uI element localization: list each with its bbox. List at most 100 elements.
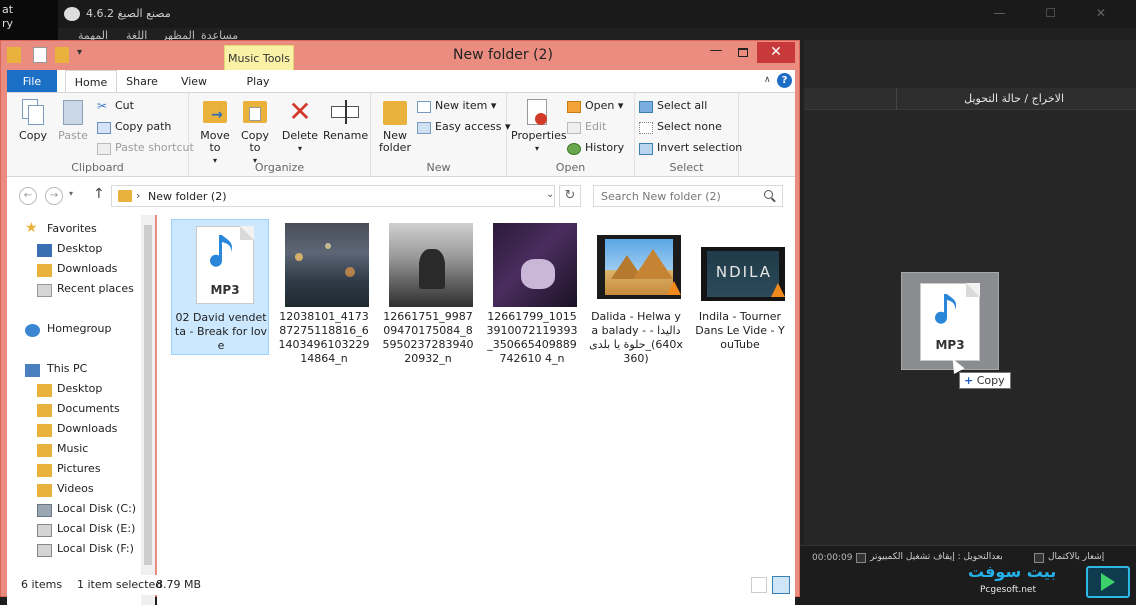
search-input[interactable]: Search New folder (2): [593, 185, 783, 207]
easy-access-button[interactable]: Easy access ▾: [417, 120, 511, 138]
refresh-button[interactable]: ↻: [559, 185, 581, 207]
after-convert-label: بعدالتحويل : إيقاف تشغيل الكمبيوتر: [870, 552, 1003, 562]
watermark-text: بيت سوفت: [968, 562, 1057, 581]
new-item-label: New item: [435, 99, 488, 112]
music-note-icon: [210, 235, 233, 267]
nav-fav-recent-label: Recent places: [57, 282, 134, 295]
tab-share[interactable]: Share: [119, 70, 165, 92]
help-icon[interactable]: ?: [777, 73, 792, 88]
history-button[interactable]: History: [567, 141, 624, 159]
close-button[interactable]: ✕: [757, 42, 795, 63]
file-item-video-1[interactable]: Dalida - Helwa ya balady - داليدا - حلوة…: [587, 219, 685, 365]
folder-icon: [37, 384, 52, 397]
paste-shortcut-label: Paste shortcut: [115, 141, 194, 154]
new-folder-button[interactable]: New folder: [375, 97, 415, 154]
nav-pc-music-label: Music: [57, 442, 89, 455]
tab-view[interactable]: View: [171, 70, 217, 92]
invert-selection-button[interactable]: Invert selection: [639, 141, 742, 159]
ribbon-tabs: File Home Share View Play ∧ ?: [7, 70, 795, 92]
watermark-subtext: Pcgesoft.net: [980, 585, 1036, 595]
recent-locations-icon[interactable]: ▾: [69, 189, 73, 198]
drag-copy-tooltip: + Copy: [959, 372, 1011, 389]
status-bar: 6 items 1 item selected 8.79 MB: [7, 575, 795, 595]
large-icons-view-icon[interactable]: [772, 576, 790, 594]
file-item-image-2[interactable]: 12661751_998709470175084_859502372839402…: [379, 219, 477, 365]
cut-button[interactable]: ✂ Cut: [97, 99, 134, 117]
file-item-mp3[interactable]: MP3 02 David vendetta - Break for love: [171, 219, 269, 355]
background-window-buttons[interactable]: — ☐ ✕: [994, 6, 1124, 20]
group-open: Properties ▾ Open ▾ Edit History Open: [507, 93, 635, 177]
tab-home[interactable]: Home: [65, 70, 117, 92]
delete-button[interactable]: ✕ Delete ▾: [281, 97, 319, 155]
select-all-button[interactable]: Select all: [639, 99, 707, 117]
new-item-button[interactable]: New item ▾: [417, 99, 496, 117]
file-name: 12661751_998709470175084_859502372839402…: [382, 310, 474, 365]
copy-path-label: Copy path: [115, 120, 172, 133]
search-icon[interactable]: [764, 190, 773, 199]
open-label: Open: [585, 99, 615, 112]
new-folder-icon[interactable]: [55, 47, 69, 63]
invert-selection-icon: [639, 143, 653, 155]
file-item-image-3[interactable]: 12661799_10153910072119393_3506654098897…: [483, 219, 581, 365]
delete-label: Delete: [281, 129, 319, 142]
video-thumbnail: [597, 235, 681, 299]
maximize-button[interactable]: [730, 43, 756, 63]
copy-path-button[interactable]: Copy path: [97, 120, 171, 138]
folder-icon: [7, 47, 21, 63]
paste-shortcut-button[interactable]: Paste shortcut: [97, 141, 194, 159]
copy-button[interactable]: Copy: [15, 97, 51, 142]
image-thumbnail: [285, 223, 369, 307]
minimize-ribbon-icon[interactable]: ∧: [764, 75, 771, 85]
folder-icon: [37, 404, 52, 417]
easy-access-icon: [417, 122, 431, 134]
file-item-video-2[interactable]: NDILA Indila - Tourner Dans Le Vide - Yo…: [691, 219, 789, 355]
easy-access-label: Easy access: [435, 120, 502, 133]
shutdown-checkbox[interactable]: [856, 553, 866, 563]
up-button[interactable]: ↑: [93, 186, 105, 202]
breadcrumb-chevron-icon[interactable]: ›: [136, 189, 140, 202]
back-button[interactable]: ←: [19, 187, 37, 205]
edit-icon: [567, 122, 581, 134]
properties-icon[interactable]: [33, 47, 47, 63]
navpane-scrollbar-thumb[interactable]: [144, 225, 152, 565]
mp3-label: MP3: [935, 338, 965, 352]
open-button[interactable]: Open ▾: [567, 99, 623, 117]
rename-label: Rename: [323, 129, 369, 142]
file-explorer-window: ▾ Music Tools New folder (2) — ✕ File Ho…: [0, 40, 800, 605]
copy-to-button[interactable]: Copy to ▾: [235, 97, 275, 167]
plus-icon: +: [964, 374, 974, 387]
paste-shortcut-icon: [97, 143, 111, 155]
homegroup-icon: [25, 324, 40, 337]
details-view-icon[interactable]: [751, 577, 767, 593]
address-bar[interactable]: › New folder (2) ⌄: [111, 185, 555, 207]
app-logo-icon: [64, 7, 80, 21]
task-list-header: الاخراج / حالة التحويل: [804, 88, 1136, 110]
rename-button[interactable]: Rename: [323, 97, 369, 142]
star-icon: ★: [25, 220, 38, 236]
edit-button[interactable]: Edit: [567, 120, 606, 138]
copy-to-label: Copy to: [241, 129, 269, 154]
maximize-icon: [738, 48, 748, 57]
minimize-button[interactable]: —: [703, 43, 729, 63]
forward-button[interactable]: →: [45, 187, 63, 205]
left-strip-text-2: ry: [2, 17, 14, 30]
customize-qat-icon[interactable]: ▾: [77, 47, 82, 58]
tab-file[interactable]: File: [7, 70, 57, 92]
output-status-column-header[interactable]: الاخراج / حالة التحويل: [964, 92, 1064, 105]
properties-button[interactable]: Properties ▾: [511, 97, 567, 155]
paste-label: Paste: [58, 129, 88, 142]
file-item-image-1[interactable]: 12038101_417387275118816_614034961032291…: [275, 219, 373, 365]
properties-label: Properties: [511, 129, 567, 142]
select-none-button[interactable]: Select none: [639, 120, 722, 138]
nav-pc-desktop-label: Desktop: [57, 382, 103, 395]
address-path[interactable]: New folder (2): [148, 190, 227, 203]
group-select: Select all Select none Invert selection …: [635, 93, 742, 177]
address-dropdown-icon[interactable]: ⌄: [546, 189, 554, 200]
tab-play[interactable]: Play: [225, 70, 291, 92]
new-item-icon: [417, 101, 431, 113]
disk-icon: [37, 504, 52, 517]
explorer-titlebar[interactable]: ▾ Music Tools New folder (2) — ✕: [1, 41, 799, 71]
move-to-button[interactable]: → Move to ▾: [195, 97, 235, 167]
paste-button[interactable]: Paste: [55, 97, 91, 142]
delete-icon: ✕: [288, 95, 312, 128]
